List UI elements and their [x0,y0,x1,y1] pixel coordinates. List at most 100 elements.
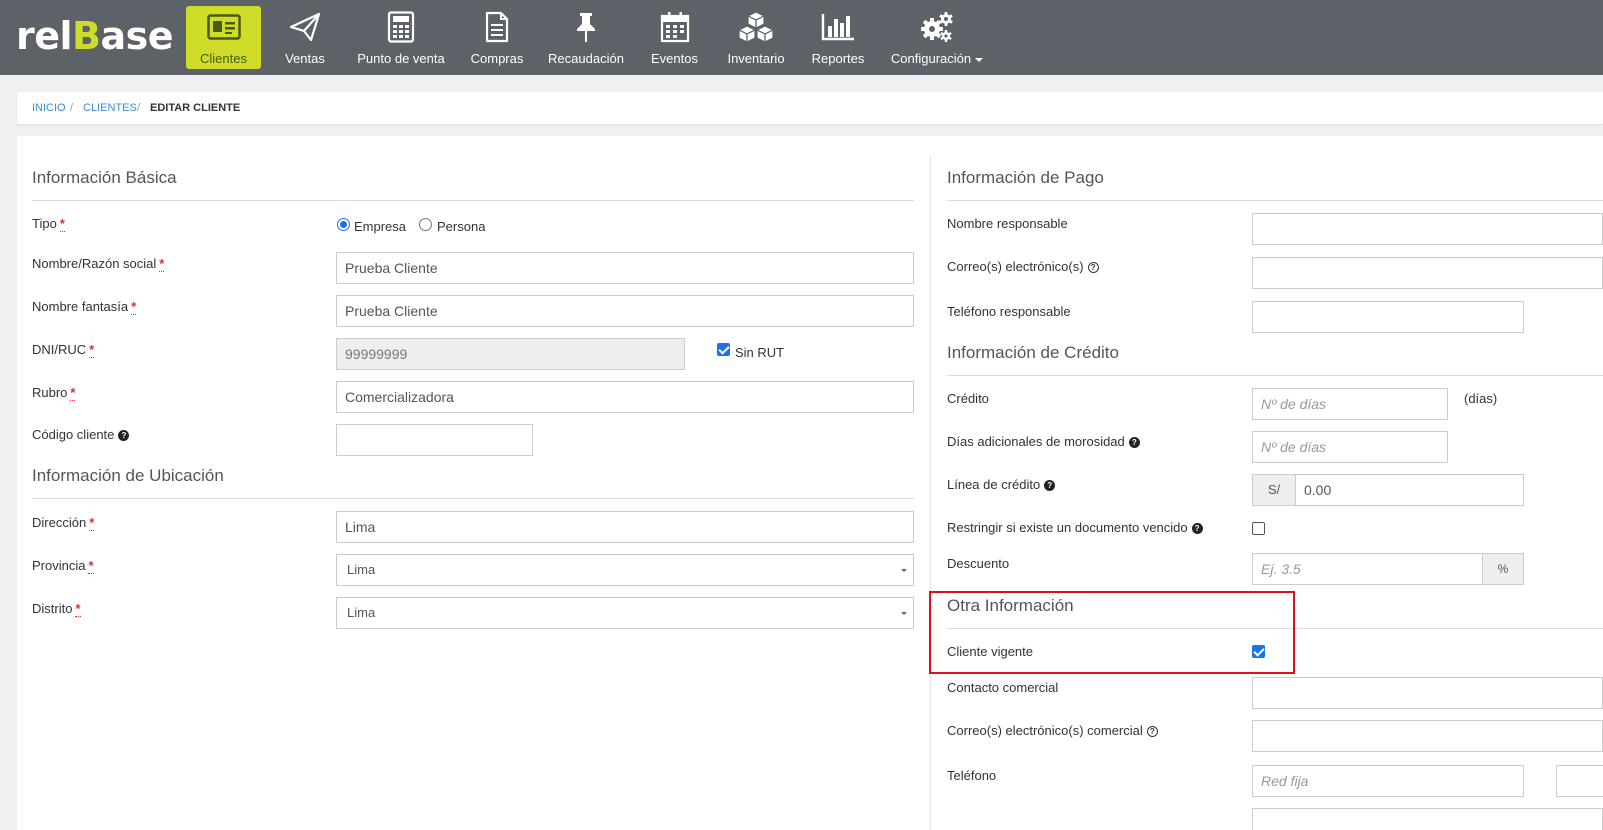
restringir-checkbox[interactable] [1252,522,1265,535]
direccion-input[interactable]: Lima [336,511,914,543]
tipo-empresa-radio[interactable] [337,218,350,231]
linea-credito-input[interactable]: 0.00 [1295,474,1524,506]
required-mark: * [88,558,94,574]
required-mark: * [59,216,65,232]
column-divider [930,157,931,830]
codigo-cliente-input[interactable] [336,424,533,456]
top-navbar: relBase Clientes Ventas Punto de venta C… [0,0,1603,75]
dni-ruc-label: DNI/RUC * [32,342,95,358]
nav-reportes[interactable]: Reportes [808,0,868,75]
telefono-responsable-input[interactable] [1252,301,1524,333]
paper-plane-icon [289,10,321,44]
nombre-responsable-input[interactable] [1252,213,1603,245]
razon-social-label: Nombre/Razón social * [32,256,165,272]
location-info-title: Información de Ubicación [32,466,224,485]
nombre-responsable-label: Nombre responsable [947,216,1068,231]
basic-info-title: Información Básica [32,168,177,187]
distrito-select[interactable]: Lima [336,597,914,629]
pushpin-icon [575,10,597,44]
dropdown-arrow-icon [901,612,907,615]
required-mark: * [89,342,95,358]
highlight-box [929,591,1295,674]
tipo-persona-radio[interactable] [419,218,432,231]
nav-eventos[interactable]: Eventos [647,0,702,75]
dni-ruc-input[interactable]: 99999999 [336,338,685,370]
nombre-fantasia-input[interactable]: Prueba Cliente [336,295,914,327]
required-mark: * [75,601,81,617]
breadcrumb-current: Editar Cliente [150,102,241,114]
sin-rut-label: Sin RUT [735,345,785,360]
percent-addon: % [1482,553,1524,585]
required-mark: * [89,515,95,531]
breadcrumb-separator: / [70,102,74,114]
telefono-responsable-label: Teléfono responsable [947,304,1071,319]
descuento-label: Descuento [947,556,1010,571]
tipo-label: Tipo * [32,216,65,232]
descuento-input[interactable]: Ej. 3.5 [1252,553,1483,585]
nav-compras[interactable]: Compras [466,0,528,75]
calculator-icon [387,10,415,44]
telefono-movil-input[interactable] [1556,765,1603,797]
nav-recaudacion[interactable]: Recaudación [545,0,627,75]
correo-responsable-input[interactable] [1252,257,1603,289]
restringir-label: Restringir si existe un documento vencid… [947,520,1203,535]
nav-ventas[interactable]: Ventas [276,0,334,75]
telefono-label: Teléfono [947,768,997,783]
calendar-icon [660,10,690,44]
contacto-comercial-label: Contacto comercial [947,680,1059,695]
rubro-input[interactable]: Comercializadora [336,381,914,413]
dropdown-arrow-icon [901,569,907,572]
required-mark: * [131,299,137,315]
distrito-label: Distrito * [32,601,81,617]
breadcrumb-separator: / [137,102,141,114]
gears-icon [920,10,954,44]
breadcrumb-clientes[interactable]: Clientes [83,102,137,114]
section-divider [32,498,914,499]
correo-responsable-label: Correo(s) electrónico(s)? [947,259,1099,274]
help-icon: ? [118,430,130,442]
tipo-persona-label: Persona [437,219,486,234]
credito-input[interactable]: Nº de días [1252,388,1448,420]
required-mark: * [159,256,165,272]
credit-info-title: Información de Crédito [947,343,1119,362]
credito-label: Crédito [947,391,989,406]
breadcrumb-inicio[interactable]: Inicio [32,102,66,114]
help-icon: ? [1128,437,1140,449]
provincia-select[interactable]: Lima [336,554,914,586]
document-icon [484,10,510,44]
contacto-comercial-input[interactable] [1252,677,1603,709]
nombre-fantasia-label: Nombre fantasía * [32,299,137,315]
rubro-label: Rubro * [32,385,76,401]
tipo-empresa-label: Empresa [354,219,407,234]
section-divider [32,200,914,201]
razon-social-input[interactable]: Prueba Cliente [336,252,914,284]
dias-morosidad-input[interactable]: Nº de días [1252,431,1448,463]
dias-morosidad-label: Días adicionales de morosidad? [947,434,1140,449]
nav-inventario[interactable]: Inventario [723,0,789,75]
nav-clientes[interactable]: Clientes [186,6,261,69]
help-icon: ? [1146,726,1158,738]
required-mark: * [70,385,76,401]
provincia-label: Provincia * [32,558,94,574]
sin-rut-checkbox[interactable] [717,343,730,356]
next-field-input[interactable] [1252,808,1603,830]
help-icon: ? [1191,523,1203,535]
currency-addon: S/ [1252,474,1296,506]
chevron-down-icon [975,57,984,62]
nav-punto-de-venta[interactable]: Punto de venta [354,0,448,75]
section-divider [947,200,1603,201]
correo-comercial-input[interactable] [1252,720,1603,752]
relbase-logo[interactable]: relBase [16,14,174,58]
help-icon: ? [1044,480,1056,492]
cubes-icon [738,10,774,44]
telefono-fijo-input[interactable]: Red fija [1252,765,1524,797]
correo-comercial-label: Correo(s) electrónico(s) comercial? [947,723,1158,738]
section-divider [947,375,1603,376]
payment-info-title: Información de Pago [947,168,1104,187]
codigo-cliente-label: Código cliente? [32,427,130,442]
nav-configuracion[interactable]: Configuración [886,0,988,75]
id-card-icon [206,10,241,44]
help-icon: ? [1087,262,1099,274]
credito-unit: (días) [1464,391,1498,406]
linea-credito-label: Línea de crédito? [947,477,1056,492]
